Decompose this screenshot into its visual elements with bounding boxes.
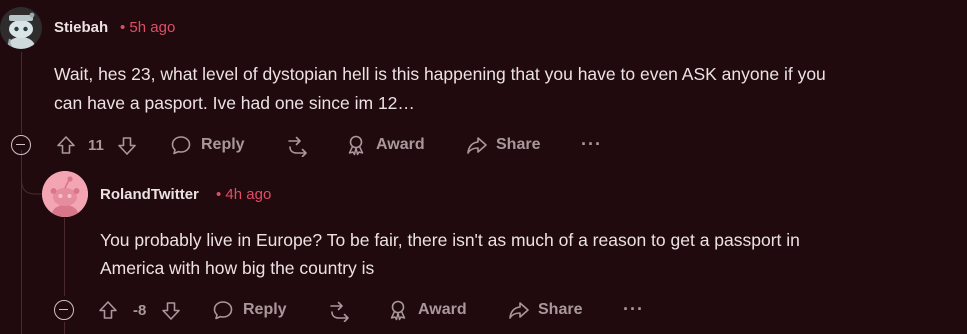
crosspost-button[interactable] [328,296,352,326]
avatar[interactable] [42,171,88,217]
vote-count: -8 [133,301,147,319]
share-arrow-icon [467,137,487,154]
award-ribbon-icon [390,300,406,321]
thread-line[interactable] [64,322,65,334]
award-ribbon-icon [348,135,364,156]
snoo-avatar-icon [42,171,88,217]
more-options-button[interactable]: ··· [623,299,644,320]
arrow-down-icon [118,137,136,155]
snoo-avatar-icon [0,7,42,49]
crosspost-icon [288,136,307,157]
collapse-button[interactable] [54,300,74,320]
comment-timestamp[interactable]: • 5h ago [120,19,175,36]
award-label: Award [376,136,425,153]
arrow-down-icon [162,302,180,320]
upvote-button[interactable] [55,130,77,160]
speech-bubble-icon [213,301,233,320]
avatar[interactable] [0,7,42,49]
reply-label: Reply [243,301,287,318]
upvote-button[interactable] [97,295,119,325]
comment-username[interactable]: Stiebah [54,19,108,36]
comment-body-line: America with how big the country is [100,258,375,278]
comment-timestamp[interactable]: • 4h ago [216,186,271,203]
crosspost-icon [330,301,349,322]
downvote-button[interactable] [116,131,138,161]
comment-thread: Stiebah • 5h ago Wait, hes 23, what leve… [0,0,967,334]
share-arrow-icon [509,302,529,319]
thread-line[interactable] [21,52,22,134]
reply-label: Reply [201,136,245,153]
downvote-button[interactable] [160,296,182,326]
comment-username[interactable]: RolandTwitter [100,186,199,203]
share-button[interactable]: Share [465,130,540,160]
thread-connector [21,150,43,195]
vote-count: 11 [88,136,104,154]
comment-body-line: Wait, hes 23, what level of dystopian he… [54,64,826,84]
arrow-up-icon [99,301,117,319]
speech-bubble-icon [171,136,191,155]
award-label: Award [418,301,467,318]
award-button[interactable]: Award [345,130,425,160]
share-button[interactable]: Share [507,295,582,325]
collapse-button[interactable] [11,135,31,155]
share-label: Share [538,301,583,318]
more-options-button[interactable]: ··· [581,134,602,155]
comment-body-line: You probably live in Europe? To be fair,… [100,230,800,250]
award-button[interactable]: Award [387,295,467,325]
reply-button[interactable]: Reply [170,130,245,160]
reply-button[interactable]: Reply [212,295,287,325]
crosspost-button[interactable] [286,131,310,161]
comment-body-line: can have a pasport. Ive had one since im… [54,93,415,113]
thread-line[interactable] [64,218,65,296]
arrow-up-icon [57,136,75,154]
share-label: Share [496,136,541,153]
